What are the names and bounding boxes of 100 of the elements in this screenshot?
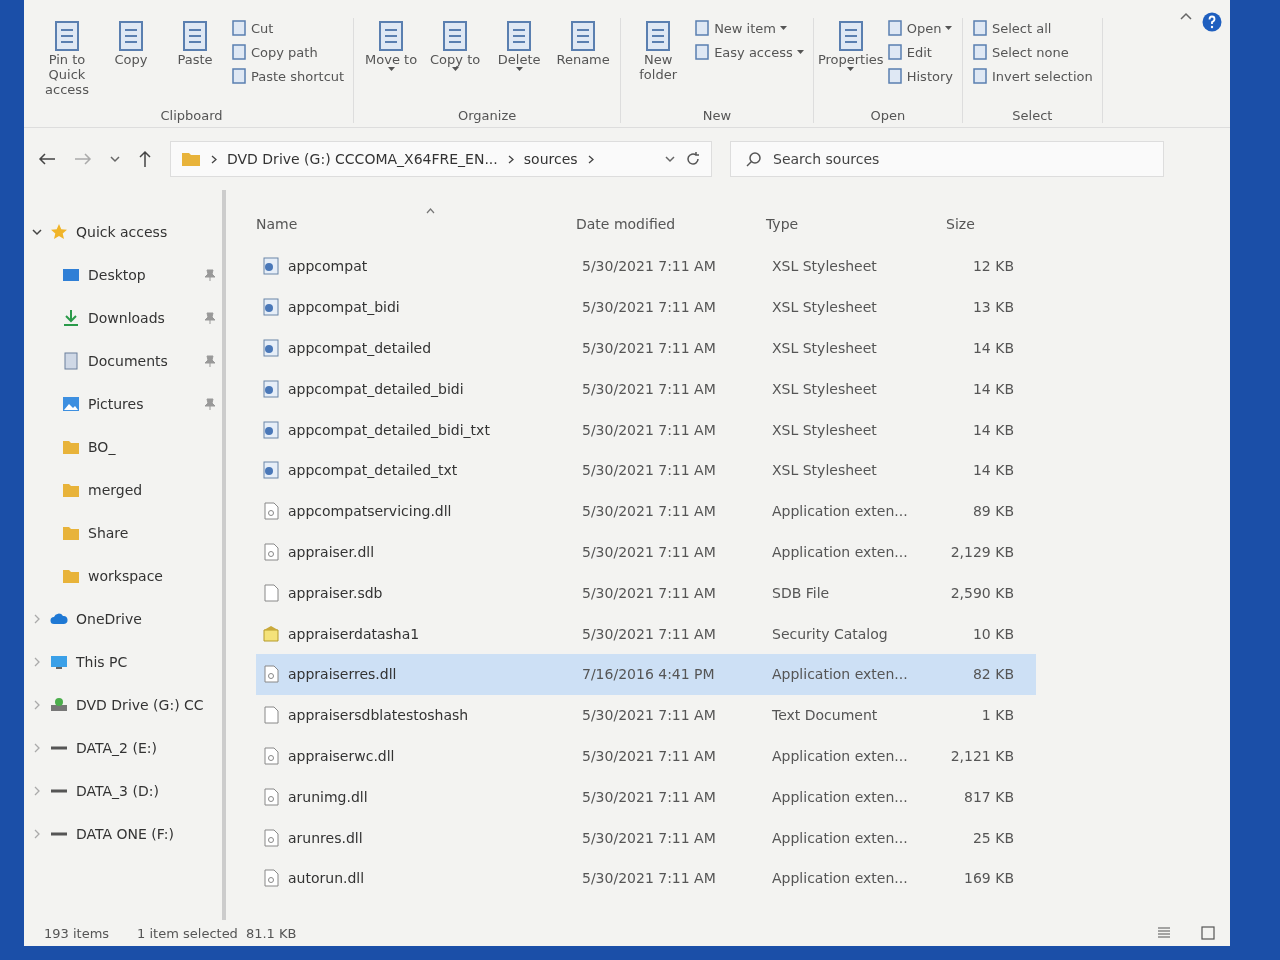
ribbon-button[interactable]: New item (691, 18, 807, 38)
ribbon-button[interactable]: Paste (164, 18, 226, 108)
file-row[interactable]: appraiserdatasha1 5/30/2021 7:11 AM Security Catalog 10 KB (256, 613, 1036, 654)
ribbon-button[interactable]: Edit (883, 42, 956, 62)
file-row[interactable]: appcompat_detailed_bidi_txt 5/30/2021 7:11 AM XSL Stylesheet 14 KB (256, 409, 1036, 450)
ribbon-button[interactable]: Select none (968, 42, 1096, 62)
nav-item[interactable]: workspace (32, 554, 222, 597)
file-size: 2,590 KB (949, 584, 1014, 601)
date-modified: 5/30/2021 7:11 AM (582, 625, 717, 642)
nav-item[interactable]: DATA_3 (D:) (32, 769, 222, 812)
file-size: 14 KB (971, 462, 1014, 479)
column-header[interactable]: Type (766, 216, 926, 232)
group-label: Select (1011, 108, 1054, 123)
ribbon-button[interactable]: Pin to Quick access (36, 18, 98, 108)
nav-item[interactable]: OneDrive (32, 597, 222, 640)
file-row[interactable]: autorun.dll 5/30/2021 7:11 AM Application exten... 169 KB (256, 857, 1036, 899)
nav-item[interactable]: DVD Drive (G:) CC (32, 683, 222, 726)
column-header[interactable]: Name (256, 216, 576, 232)
file-row[interactable]: appraiser.sdb 5/30/2021 7:11 AM SDB File 2,590 KB (256, 572, 1036, 614)
nav-item[interactable]: DATA_2 (E:) (32, 726, 222, 769)
file-row[interactable]: appraiserres.dll 7/16/2016 4:41 PM Application exten... 82 KB (256, 653, 1036, 695)
file-size: 12 KB (971, 258, 1014, 275)
file-name: appcompatservicing.dll (288, 503, 452, 520)
stylesheet-file-icon (262, 298, 280, 317)
ribbon-button[interactable]: Rename (552, 18, 615, 108)
nav-item[interactable]: This PC (32, 640, 222, 683)
stylesheet-file-icon (262, 257, 280, 276)
date-modified: 5/30/2021 7:11 AM (582, 258, 717, 275)
file-row[interactable]: appcompat_detailed 5/30/2021 7:11 AM XSL Stylesheet 14 KB (256, 327, 1036, 369)
date-modified: 5/30/2021 7:11 AM (582, 380, 717, 397)
file-row[interactable]: appraisersdblatestoshash 5/30/2021 7:11 AM Text Document 1 KB (256, 694, 1036, 736)
file-row[interactable]: appcompat_detailed_bidi 5/30/2021 7:11 AM XSL Stylesheet 14 KB (256, 368, 1036, 410)
file-name: appraiser.dll (288, 543, 375, 560)
file-type: Application exten... (772, 829, 909, 846)
document-icon (231, 20, 247, 36)
file-row[interactable]: appcompat 5/30/2021 7:11 AM XSL Stylesheet 12 KB (256, 246, 1036, 287)
ribbon-button[interactable]: Invert selection (968, 66, 1096, 86)
file-row[interactable]: appraiser.dll 5/30/2021 7:11 AM Application exten... 2,129 KB (256, 531, 1036, 573)
ribbon-button[interactable]: Open (883, 18, 956, 38)
file-row[interactable]: arunimg.dll 5/30/2021 7:11 AM Application exten... 817 KB (256, 776, 1036, 818)
file-size: 25 KB (971, 829, 1014, 846)
nav-item[interactable]: Pictures (32, 382, 222, 425)
file-name: appraiserwc.dll (288, 747, 395, 764)
file-type: XSL Stylesheet (772, 421, 878, 438)
ribbon-button[interactable]: Paste shortcut (228, 66, 348, 86)
nav-item[interactable]: Downloads (32, 296, 222, 339)
date-modified: 5/30/2021 7:11 AM (582, 462, 717, 479)
file-size: 14 KB (971, 380, 1014, 397)
nav-item[interactable]: merged (32, 468, 222, 511)
breadcrumb-segment[interactable]: DVD Drive (G:) CCCOMA_X64FRE_EN... (227, 151, 498, 167)
file-row[interactable]: appcompatservicing.dll 5/30/2021 7:11 AM Application exten... 89 KB (256, 490, 1036, 532)
ribbon-button[interactable]: Select all (968, 18, 1096, 38)
column-header[interactable]: Date modified (576, 216, 766, 232)
date-modified: 5/30/2021 7:11 AM (582, 543, 717, 560)
nav-item[interactable]: Documents (32, 339, 222, 382)
date-modified: 5/30/2021 7:11 AM (582, 584, 717, 601)
file-type: XSL Stylesheet (772, 340, 878, 356)
ribbon-button[interactable]: New folder (627, 18, 690, 108)
ribbon-button[interactable]: Easy access (691, 42, 807, 62)
address-bar[interactable]: DVD Drive (G:) CCCOMA_X64FRE_EN... sources (170, 141, 712, 177)
nav-item[interactable]: BO_ (32, 425, 222, 468)
file-type: XSL Stylesheet (772, 258, 878, 275)
ribbon-button[interactable]: Properties (819, 18, 882, 108)
details-view-icon (1156, 925, 1172, 941)
ribbon-button[interactable]: Move to (360, 18, 423, 108)
drive-icon (50, 831, 68, 836)
ribbon-button[interactable]: Delete (488, 18, 551, 108)
column-header[interactable]: Size (926, 216, 1028, 232)
ribbon-button[interactable]: Cut (228, 18, 348, 38)
selection-info: 1 item selected (137, 925, 238, 941)
nav-item[interactable]: DATA ONE (F:) (32, 812, 222, 855)
file-icon (262, 706, 280, 725)
file-type: Application exten... (772, 543, 909, 560)
document-icon (886, 68, 903, 84)
document-icon (886, 44, 903, 60)
file-name: appcompat_detailed_bidi (288, 380, 464, 397)
file-size: 13 KB (971, 299, 1014, 316)
file-row[interactable]: appraiserwc.dll 5/30/2021 7:11 AM Application exten... 2,121 KB (256, 735, 1036, 777)
document-icon (886, 20, 903, 36)
ribbon-button[interactable]: Copy to (424, 18, 487, 108)
nav-item[interactable]: Desktop (32, 253, 222, 296)
breadcrumb-segment[interactable]: sources (523, 151, 578, 167)
nav-item[interactable]: Share (32, 511, 222, 554)
file-row[interactable]: arunres.dll 5/30/2021 7:11 AM Application exten... 25 KB (256, 817, 1036, 858)
ribbon-button[interactable]: Copy (100, 18, 162, 108)
ribbon-button[interactable]: History (883, 66, 956, 86)
file-name: appraiserdatasha1 (288, 625, 420, 642)
document-icon (116, 20, 146, 52)
file-size: 82 KB (971, 666, 1014, 683)
file-row[interactable]: appcompat_detailed_txt 5/30/2021 7:11 AM XSL Stylesheet 14 KB (256, 450, 1036, 491)
file-row[interactable]: appcompat_bidi 5/30/2021 7:11 AM XSL Stylesheet 13 KB (256, 286, 1036, 328)
ribbon-button[interactable]: Copy path (228, 42, 348, 62)
forward-arrow-icon (74, 152, 92, 166)
file-size: 2,121 KB (949, 747, 1014, 764)
group-label: New (701, 108, 733, 123)
search-field[interactable]: Search sources (730, 141, 1164, 177)
up-arrow-icon (138, 150, 152, 168)
file-name: appcompat (288, 258, 368, 275)
nav-item[interactable]: Quick access (32, 210, 222, 253)
chevron-down-icon (110, 155, 120, 163)
